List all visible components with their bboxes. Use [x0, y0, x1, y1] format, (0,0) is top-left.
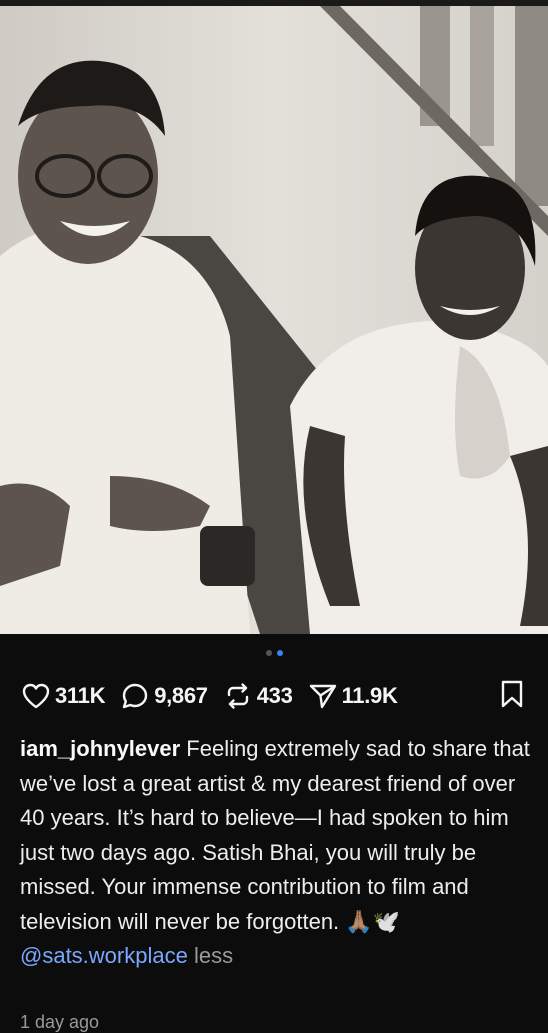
send-icon [309, 684, 336, 709]
like-button[interactable]: 311K [20, 680, 105, 712]
save-button[interactable] [498, 679, 526, 714]
repost-count: 433 [256, 683, 293, 708]
comment-button[interactable]: 9,867 [119, 680, 208, 712]
caption-username[interactable]: iam_johnylever [20, 736, 180, 761]
repost-button[interactable]: 433 [222, 680, 293, 712]
caption-less-link[interactable]: less [188, 943, 233, 968]
carousel-dot-active[interactable] [276, 650, 283, 656]
bookmark-icon [501, 680, 523, 707]
comment-count: 9,867 [154, 683, 208, 708]
post-actions-bar: 311K 9,867 433 11.9K [20, 676, 526, 716]
post-timestamp: 1 day ago [20, 1012, 100, 1032]
caption-mention[interactable]: @sats.workplace [20, 943, 188, 968]
photo-illustration [0, 6, 548, 634]
carousel-dot[interactable] [265, 650, 272, 656]
share-count: 11.9K [341, 683, 398, 708]
heart-icon [22, 683, 50, 709]
comment-bubble-icon [122, 683, 148, 709]
repost-icon [227, 683, 248, 709]
share-button[interactable]: 11.9K [307, 680, 398, 712]
carousel-indicator [0, 650, 548, 660]
like-count: 311K [55, 683, 106, 708]
caption-text: Feeling extremely sad to share that we’v… [20, 736, 530, 934]
post-photo[interactable] [0, 6, 548, 634]
post-caption: iam_johnylever Feeling extremely sad to … [20, 732, 530, 974]
